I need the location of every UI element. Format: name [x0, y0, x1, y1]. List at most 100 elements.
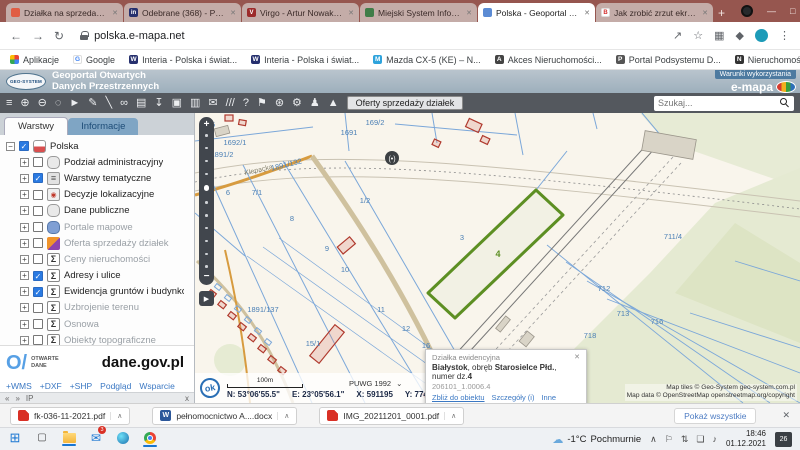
tab-warstwy[interactable]: Warstwy: [4, 117, 68, 135]
layer-checkbox[interactable]: [33, 303, 43, 313]
browser-tab[interactable]: BJak zrobić zrzut ekranu | B...✕: [596, 3, 713, 22]
poi-icon[interactable]: ♟: [310, 98, 320, 109]
expander-icon[interactable]: +: [20, 303, 29, 312]
back-icon[interactable]: ←: [10, 29, 22, 43]
browser-tab[interactable]: inOdebrane (368) - Poczta w...✕: [124, 3, 241, 22]
print-icon[interactable]: ▤: [136, 98, 146, 109]
share-icon[interactable]: ↗: [673, 29, 682, 42]
extension-icon[interactable]: ▦: [714, 29, 724, 42]
clock[interactable]: 18:4601.12.2021: [726, 429, 766, 448]
more-link[interactable]: Inne: [541, 393, 556, 402]
layer-row[interactable]: −✓Polska: [4, 138, 184, 154]
zoom-in-icon[interactable]: ⊕: [20, 98, 29, 109]
help-icon[interactable]: ?: [243, 98, 249, 109]
settings-icon[interactable]: ⚙: [292, 98, 302, 109]
sidebar-link[interactable]: +SHP: [70, 381, 92, 391]
details-link[interactable]: Szczegóły (i): [492, 393, 535, 402]
zoom-to-object-link[interactable]: Zbliż do obiektu: [432, 393, 485, 402]
downloads-close-icon[interactable]: ✕: [782, 410, 790, 421]
layer-checkbox[interactable]: [33, 222, 43, 232]
browser-tab[interactable]: Miejski System Informacji P...✕: [360, 3, 477, 22]
download-chip[interactable]: IMG_20211201_0001.pdf∧: [319, 407, 464, 425]
layer-row[interactable]: +Dane publiczne: [4, 203, 184, 219]
layer-checkbox[interactable]: [33, 157, 43, 167]
expander-icon[interactable]: +: [20, 223, 29, 232]
dane-gov-banner[interactable]: O/ OTWARTEDANE dane.gov.pl: [0, 345, 194, 379]
download-menu-chevron-icon[interactable]: ∧: [444, 412, 456, 420]
maximize-button[interactable]: □: [790, 6, 795, 17]
layer-row[interactable]: +◉Decyzje lokalizacyjne: [4, 187, 184, 203]
menu-kebab-icon[interactable]: ⋮: [779, 29, 790, 42]
volume-icon[interactable]: ♪: [712, 434, 717, 444]
expander-icon[interactable]: +: [20, 190, 29, 199]
download-icon[interactable]: ↧: [154, 98, 163, 109]
next-icon[interactable]: »: [15, 394, 19, 403]
pointer-icon[interactable]: ►: [69, 98, 80, 109]
download-menu-chevron-icon[interactable]: ∧: [277, 412, 289, 420]
measure-icon[interactable]: ╲: [106, 98, 113, 109]
download-chip[interactable]: fk-036-11-2021.pdf∧: [10, 407, 130, 425]
start-button[interactable]: ⊞: [10, 431, 21, 444]
zoom-slider[interactable]: + −: [199, 117, 214, 285]
profile-lines-icon[interactable]: ///: [226, 98, 235, 109]
tab-close-icon[interactable]: ✕: [702, 9, 708, 17]
draw-icon[interactable]: ✎: [88, 98, 97, 109]
file-explorer-icon[interactable]: [62, 433, 76, 446]
forward-icon[interactable]: →: [32, 29, 44, 43]
layer-checkbox[interactable]: ✓: [33, 271, 43, 281]
popup-close-icon[interactable]: ✕: [574, 353, 580, 362]
message-icon[interactable]: ✉: [208, 98, 217, 109]
notification-center-icon[interactable]: 26: [775, 432, 792, 447]
reload-icon[interactable]: ↻: [54, 29, 64, 43]
expander-icon[interactable]: −: [6, 142, 15, 151]
layer-row[interactable]: +✓ΣAdresy i ulice: [4, 268, 184, 284]
select-area-icon[interactable]: ◌: [55, 98, 62, 109]
layers-icon[interactable]: ≡: [6, 98, 12, 109]
layer-checkbox[interactable]: [33, 238, 43, 248]
layer-row[interactable]: +ΣCeny nieruchomości: [4, 251, 184, 267]
edge-icon[interactable]: [116, 432, 130, 447]
layer-checkbox[interactable]: ✓: [19, 141, 29, 151]
download-chip[interactable]: Wpełnomocnictwo A....docx∧: [152, 407, 297, 425]
zoom-out-icon[interactable]: ⊖: [38, 98, 47, 109]
expander-icon[interactable]: +: [20, 336, 29, 345]
browser-profile-icon[interactable]: [741, 5, 753, 17]
profile-avatar[interactable]: [755, 29, 768, 42]
task-view-icon[interactable]: ▢: [37, 432, 46, 443]
new-tab-button[interactable]: +: [718, 6, 725, 20]
layer-checkbox[interactable]: [33, 254, 43, 264]
cart-icon[interactable]: ⊛: [275, 98, 284, 109]
browser-tab[interactable]: Działka na sprzedaż, Biało...✕: [6, 3, 123, 22]
offers-button[interactable]: Oferty sprzedaży działek: [347, 96, 464, 110]
bookmark-item[interactable]: Aplikacje: [10, 55, 59, 65]
copy-view-icon[interactable]: ▣: [172, 98, 182, 109]
link-icon[interactable]: ∞: [120, 98, 128, 109]
terrain-icon[interactable]: ▲: [328, 98, 339, 109]
layer-row[interactable]: +ΣObiekty topograficzne: [4, 332, 184, 345]
search-input[interactable]: [658, 98, 776, 108]
layer-row[interactable]: +Podział administracyjny: [4, 154, 184, 170]
hidden-icons-caret[interactable]: ∧: [650, 434, 657, 445]
display-icon[interactable]: ❏: [696, 434, 704, 445]
expander-icon[interactable]: +: [20, 158, 29, 167]
mail-icon[interactable]: ✉3: [89, 429, 103, 450]
expander-icon[interactable]: +: [20, 174, 29, 183]
chrome-icon[interactable]: [143, 432, 157, 447]
layer-checkbox[interactable]: [33, 206, 43, 216]
tab-close-icon[interactable]: ✕: [230, 9, 236, 17]
expander-icon[interactable]: +: [20, 239, 29, 248]
layer-row[interactable]: +Oferta sprzedaży działek: [4, 235, 184, 251]
layer-checkbox[interactable]: [33, 319, 43, 329]
bookmark-star-icon[interactable]: ☆: [693, 29, 703, 42]
expander-icon[interactable]: +: [20, 255, 29, 264]
search-icon[interactable]: [780, 98, 790, 108]
weather-widget[interactable]: ☁ -1°CPochmurnie: [552, 433, 641, 446]
pan-right-button[interactable]: ▶: [199, 291, 214, 306]
panorama-marker-icon[interactable]: (•): [385, 151, 399, 165]
browser-tab[interactable]: Polska - Geoportal otwarty...✕: [478, 3, 595, 22]
dane-gov-link[interactable]: dane.gov.pl: [102, 354, 188, 371]
bookmark-item[interactable]: PPortal Podsystemu D...: [616, 55, 721, 65]
plan-icon[interactable]: ⚑: [257, 98, 267, 109]
bookmark-item[interactable]: GGoogle: [73, 55, 115, 65]
bookmark-item[interactable]: WInteria - Polska i świat...: [129, 55, 237, 65]
